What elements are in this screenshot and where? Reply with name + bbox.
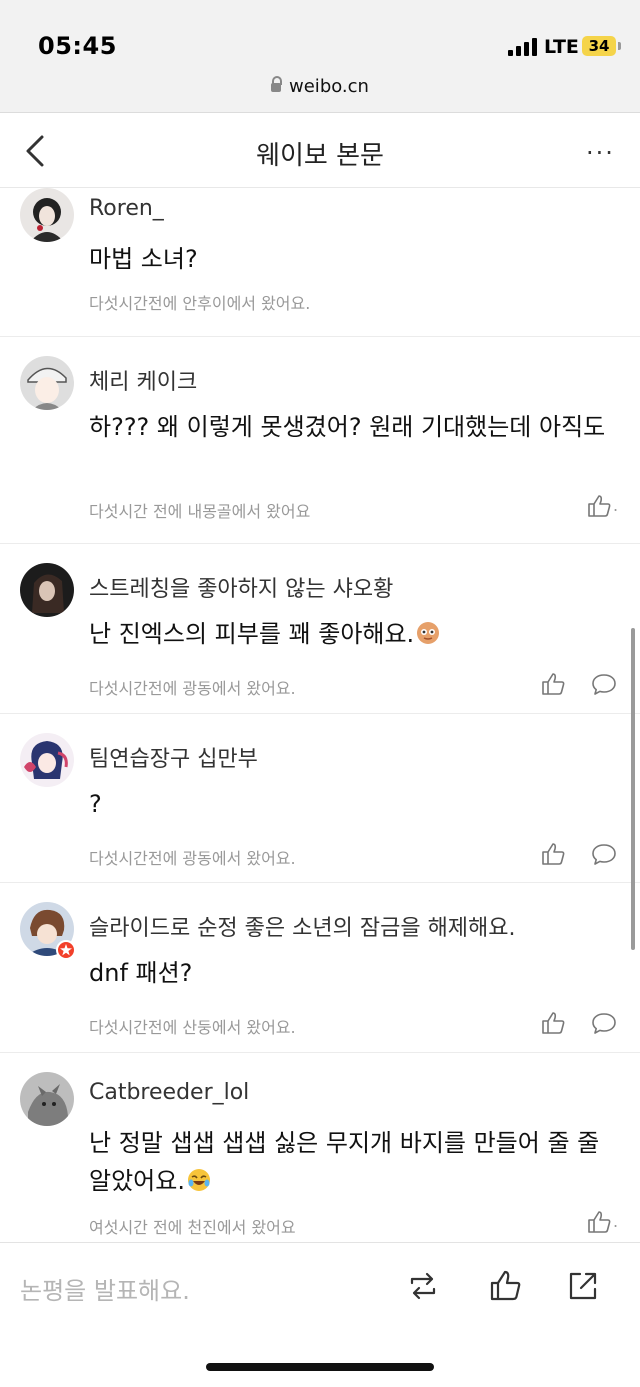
comment-list: Roren_ 마법 소녀? 다섯시간전에 안후이에서 왔어요. 체리 케이크 하…: [0, 188, 640, 1242]
scrollbar[interactable]: [631, 628, 635, 950]
avatar[interactable]: [20, 1072, 74, 1126]
like-icon[interactable]: [488, 1269, 522, 1303]
avatar[interactable]: [20, 188, 74, 242]
comment-meta: 다섯시간전에 광동에서 왔어요.: [89, 679, 296, 698]
comment-username[interactable]: 스트레칭을 좋아하지 않는 샤오황: [89, 571, 393, 603]
like-icon[interactable]: [540, 1010, 566, 1036]
more-options-button[interactable]: ···: [586, 139, 626, 167]
comment-item: 팀연습장구 십만부 ? 다섯시간전에 광동에서 왔어요.: [0, 713, 640, 883]
battery-tip: [618, 42, 621, 50]
comment-icon[interactable]: [591, 841, 617, 867]
comment-meta: 여섯시간 전에 천진에서 왔어요: [89, 1218, 296, 1237]
network-type: LTE: [544, 36, 579, 58]
battery-icon: 34: [582, 36, 616, 56]
comment-username[interactable]: 체리 케이크: [89, 364, 197, 396]
like-icon[interactable]: [540, 671, 566, 697]
comment-icon[interactable]: [591, 671, 617, 697]
verified-badge-icon: [56, 940, 76, 960]
comment-text: 난 진엑스의 피부를 꽤 좋아해요.: [89, 615, 614, 653]
page-title: 웨이보 본문: [256, 141, 384, 171]
comment-item: Catbreeder_lol 난 정말 샙샙 샙샙 싫은 무지개 바지를 만들어…: [0, 1052, 640, 1242]
bottom-action-bar: 논평을 발표해요.: [0, 1242, 640, 1387]
status-time: 05:45: [38, 32, 117, 60]
url-bar[interactable]: weibo.cn: [0, 76, 640, 97]
comment-meta: 다섯시간 전에 내몽골에서 왔어요: [89, 502, 311, 521]
like-suffix: .: [613, 496, 619, 515]
home-indicator: [206, 1363, 434, 1371]
like-icon[interactable]: [586, 1209, 612, 1235]
comment-icon[interactable]: [591, 1010, 617, 1036]
share-icon[interactable]: [566, 1269, 600, 1303]
avatar[interactable]: [20, 733, 74, 787]
comment-input[interactable]: 논평을 발표해요.: [20, 1271, 190, 1306]
comment-username[interactable]: 팀연습장구 십만부: [89, 741, 258, 773]
comment-meta: 다섯시간전에 광동에서 왔어요.: [89, 849, 296, 868]
like-suffix: .: [613, 1212, 619, 1231]
comment-username[interactable]: 슬라이드로 순정 좋은 소년의 잠금을 해제해요.: [89, 910, 516, 942]
comment-text: dnf 패션?: [89, 959, 193, 987]
comment-text: 하??? 왜 이렇게 못생겼어? 원래 기대했는데 아직도: [89, 413, 606, 441]
like-icon[interactable]: [540, 841, 566, 867]
comment-text-body: 난 정말 샙샙 샙샙 싫은 무지개 바지를 만들어 줄 줄 알았어요.: [89, 1129, 600, 1195]
comment-meta: 다섯시간전에 산둥에서 왔어요.: [89, 1018, 296, 1037]
url-text: weibo.cn: [289, 76, 369, 97]
navigation-bar: 웨이보 본문 ···: [0, 113, 640, 188]
avatar[interactable]: [20, 356, 74, 410]
comment-username[interactable]: Roren_: [89, 196, 164, 221]
avatar[interactable]: [20, 563, 74, 617]
repost-icon[interactable]: [406, 1269, 440, 1303]
comment-item: 스트레칭을 좋아하지 않는 샤오황 난 진엑스의 피부를 꽤 좋아해요. 다섯시…: [0, 543, 640, 714]
like-icon[interactable]: [586, 493, 612, 519]
comment-item: 체리 케이크 하??? 왜 이렇게 못생겼어? 원래 기대했는데 아직도 다섯시…: [0, 336, 640, 544]
sticker-emoji-icon: [417, 622, 440, 644]
comment-item: Roren_ 마법 소녀? 다섯시간전에 안후이에서 왔어요.: [0, 188, 640, 337]
comment-text-body: 난 진엑스의 피부를 꽤 좋아해요.: [89, 620, 415, 648]
lock-icon: [271, 76, 283, 92]
laughing-crying-emoji-icon: [187, 1169, 210, 1191]
comment-text: ?: [89, 790, 102, 818]
comment-item: 슬라이드로 순정 좋은 소년의 잠금을 해제해요. dnf 패션? 다섯시간전에…: [0, 882, 640, 1053]
comment-text: 난 정말 샙샙 샙샙 싫은 무지개 바지를 만들어 줄 줄 알았어요.: [89, 1124, 614, 1200]
comment-text: 마법 소녀?: [89, 245, 198, 273]
signal-icon: [508, 38, 538, 56]
comment-meta: 다섯시간전에 안후이에서 왔어요.: [89, 294, 311, 313]
comment-username[interactable]: Catbreeder_lol: [89, 1080, 249, 1105]
status-and-url-bar: 05:45 LTE 34 weibo.cn: [0, 0, 640, 113]
